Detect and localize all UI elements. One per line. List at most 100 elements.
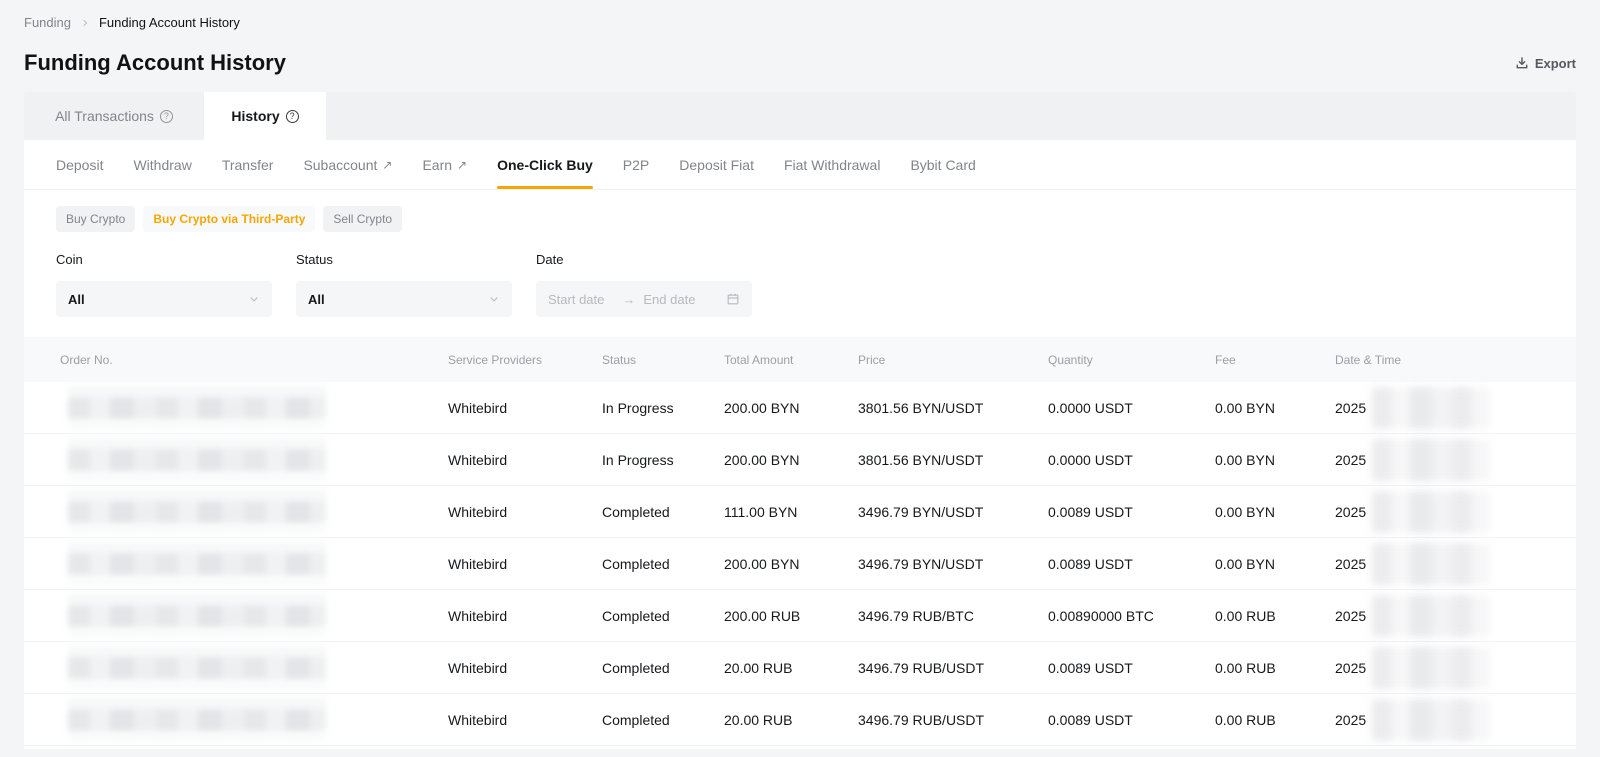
- column-header-fee: Fee: [1215, 353, 1335, 367]
- column-header-service-providers: Service Providers: [448, 353, 602, 367]
- status-cell: Completed: [602, 556, 724, 572]
- table-row: WhitebirdIn Progress200.00 BYN3801.56 BY…: [24, 382, 1576, 434]
- tab-all-transactions[interactable]: All Transactions ?: [24, 92, 204, 140]
- status-filter-group: Status All: [296, 252, 512, 317]
- quantity-cell: 0.0000 USDT: [1048, 400, 1215, 416]
- status-cell: In Progress: [602, 452, 724, 468]
- subtab-label: Withdraw: [133, 157, 191, 173]
- filters: Coin All Status All Date: [24, 232, 1576, 317]
- breadcrumb-current: Funding Account History: [99, 15, 240, 30]
- coin-filter-group: Coin All: [56, 252, 272, 317]
- page-title: Funding Account History: [24, 50, 286, 76]
- fee-cell: 0.00 BYN: [1215, 452, 1335, 468]
- subtab-deposit-fiat[interactable]: Deposit Fiat: [679, 140, 754, 189]
- help-icon[interactable]: ?: [160, 110, 173, 123]
- redacted-date: [1372, 491, 1490, 533]
- price-cell: 3496.79 RUB/BTC: [858, 608, 1048, 624]
- external-link-icon: ↗: [382, 158, 392, 172]
- chevron-down-icon: [248, 293, 260, 305]
- chevron-right-icon: [80, 18, 90, 28]
- subtab-label: Subaccount: [303, 157, 377, 173]
- redacted-date: [1372, 595, 1490, 637]
- breadcrumb-funding-link[interactable]: Funding: [24, 15, 71, 30]
- table-row: WhitebirdCompleted20.00 RUB3496.79 RUB/U…: [24, 694, 1576, 746]
- download-icon: [1515, 56, 1529, 70]
- quantity-cell: 0.0089 USDT: [1048, 556, 1215, 572]
- coin-select-value: All: [68, 292, 85, 307]
- quantity-cell: 0.0089 USDT: [1048, 504, 1215, 520]
- date-year: 2025: [1335, 452, 1366, 468]
- quantity-cell: 0.00890000 BTC: [1048, 608, 1215, 624]
- date-time-cell: 2025: [1335, 699, 1576, 741]
- total-amount-cell: 20.00 RUB: [724, 660, 858, 676]
- redacted-date: [1372, 699, 1490, 741]
- quantity-cell: 0.0000 USDT: [1048, 452, 1215, 468]
- external-link-icon: ↗: [457, 158, 467, 172]
- start-date-placeholder[interactable]: Start date: [548, 292, 604, 307]
- tab-history[interactable]: History ?: [204, 92, 326, 140]
- tab-label: All Transactions: [55, 108, 154, 124]
- column-header-status: Status: [602, 353, 724, 367]
- column-header-price: Price: [858, 353, 1048, 367]
- date-year: 2025: [1335, 400, 1366, 416]
- redacted-order-no: [68, 553, 326, 575]
- order-no-cell: [24, 397, 448, 419]
- date-range-input[interactable]: Start date → End date: [536, 281, 752, 317]
- table-row: WhitebirdCompleted200.00 RUB3496.79 RUB/…: [24, 590, 1576, 642]
- price-cell: 3801.56 BYN/USDT: [858, 452, 1048, 468]
- order-no-cell: [24, 553, 448, 575]
- subtab-label: Transfer: [222, 157, 274, 173]
- redacted-date: [1372, 387, 1490, 429]
- subtab-earn[interactable]: Earn↗: [422, 140, 467, 189]
- redacted-date: [1372, 647, 1490, 689]
- column-header-quantity: Quantity: [1048, 353, 1215, 367]
- subtab-transfer[interactable]: Transfer: [222, 140, 274, 189]
- table-row: WhitebirdCompleted20.00 RUB3496.79 RUB/U…: [24, 642, 1576, 694]
- date-year: 2025: [1335, 608, 1366, 624]
- subtab-subaccount[interactable]: Subaccount ↗: [303, 140, 392, 189]
- redacted-order-no: [68, 709, 326, 731]
- redacted-order-no: [68, 605, 326, 627]
- pill-buy-crypto-via-third-party[interactable]: Buy Crypto via Third-Party: [143, 206, 315, 232]
- fee-cell: 0.00 BYN: [1215, 400, 1335, 416]
- transactions-table: Order No.Service ProvidersStatusTotal Am…: [24, 337, 1576, 746]
- date-year: 2025: [1335, 556, 1366, 572]
- table-body: WhitebirdIn Progress200.00 BYN3801.56 BY…: [24, 382, 1576, 746]
- table-header: Order No.Service ProvidersStatusTotal Am…: [24, 337, 1576, 382]
- pill-sell-crypto[interactable]: Sell Crypto: [323, 206, 402, 232]
- subtab-bybit-card[interactable]: Bybit Card: [910, 140, 975, 189]
- subtab-deposit[interactable]: Deposit: [56, 140, 103, 189]
- end-date-placeholder[interactable]: End date: [643, 292, 695, 307]
- date-time-cell: 2025: [1335, 491, 1576, 533]
- order-no-cell: [24, 605, 448, 627]
- export-button[interactable]: Export: [1515, 56, 1576, 71]
- total-amount-cell: 200.00 BYN: [724, 400, 858, 416]
- subtab-withdraw[interactable]: Withdraw: [133, 140, 191, 189]
- fee-cell: 0.00 BYN: [1215, 504, 1335, 520]
- calendar-icon[interactable]: [726, 292, 740, 306]
- status-filter-label: Status: [296, 252, 512, 267]
- subtab-label: One-Click Buy: [497, 157, 593, 173]
- order-no-cell: [24, 709, 448, 731]
- status-select[interactable]: All: [296, 281, 512, 317]
- subtab-p2p[interactable]: P2P: [623, 140, 649, 189]
- date-time-cell: 2025: [1335, 595, 1576, 637]
- date-time-cell: 2025: [1335, 647, 1576, 689]
- total-amount-cell: 200.00 BYN: [724, 452, 858, 468]
- service-provider-cell: Whitebird: [448, 712, 602, 728]
- price-cell: 3496.79 RUB/USDT: [858, 712, 1048, 728]
- status-cell: Completed: [602, 712, 724, 728]
- breadcrumb: Funding Funding Account History: [24, 0, 1576, 30]
- subtab-label: P2P: [623, 157, 649, 173]
- subtab-fiat-withdrawal[interactable]: Fiat Withdrawal: [784, 140, 880, 189]
- coin-select[interactable]: All: [56, 281, 272, 317]
- pills: Buy Crypto Buy Crypto via Third-Party Sell…: [24, 190, 1576, 232]
- pill-buy-crypto[interactable]: Buy Crypto: [56, 206, 135, 232]
- table-row: WhitebirdIn Progress200.00 BYN3801.56 BY…: [24, 434, 1576, 486]
- subtab-label: Deposit Fiat: [679, 157, 754, 173]
- subtab-one-click-buy[interactable]: One-Click Buy: [497, 140, 593, 189]
- help-icon[interactable]: ?: [286, 110, 299, 123]
- date-filter-group: Date Start date → End date: [536, 252, 752, 317]
- quantity-cell: 0.0089 USDT: [1048, 712, 1215, 728]
- total-amount-cell: 200.00 BYN: [724, 556, 858, 572]
